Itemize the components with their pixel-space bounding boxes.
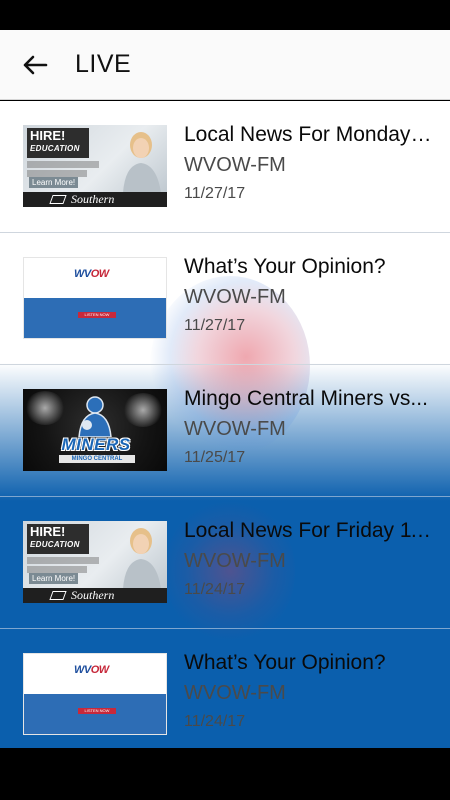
- app-bar: LIVE: [0, 30, 450, 100]
- status-bar: [0, 0, 450, 30]
- thumb-miners-word: MINERS: [61, 435, 131, 454]
- thumb-brand-bar: Southern: [23, 192, 167, 207]
- item-station: WVOW-FM: [184, 418, 286, 440]
- thumb-hire-badge: HIRE! EDUCATION: [27, 524, 89, 554]
- back-button[interactable]: [0, 30, 70, 100]
- item-station: WVOW-FM: [184, 682, 286, 704]
- list-item[interactable]: WVOW LISTEN NOW What’s Your Opinion? WVO…: [0, 233, 450, 365]
- thumb-miners-sub: MINGO CENTRAL: [59, 455, 135, 463]
- item-station: WVOW-FM: [184, 286, 286, 308]
- person-photo-icon: [123, 528, 161, 589]
- thumb-blue-band: [24, 298, 166, 338]
- thumb-learn-label: Learn More!: [29, 177, 79, 188]
- item-station: WVOW-FM: [184, 154, 286, 176]
- thumb-learn-label: Learn More!: [29, 573, 79, 584]
- list-item[interactable]: WVOW LISTEN NOW What’s Your Opinion? WVO…: [0, 629, 450, 748]
- item-date: 11/24/17: [184, 581, 246, 598]
- thumb-blue-band: [24, 694, 166, 734]
- item-title: What’s Your Opinion?: [184, 255, 386, 278]
- arrow-left-icon: [23, 55, 48, 74]
- page-title: LIVE: [75, 50, 132, 78]
- list-item[interactable]: HIRE! EDUCATION Learn More! Southern Loc…: [0, 101, 450, 233]
- thumbnail-wvow-logo: WVOW LISTEN NOW: [23, 257, 167, 339]
- miner-mascot-icon: [78, 396, 112, 437]
- person-photo-icon: [123, 132, 161, 193]
- episode-list[interactable]: HIRE! EDUCATION Learn More! Southern Loc…: [0, 101, 450, 748]
- wvow-logo: WVOW: [74, 664, 109, 676]
- thumb-listen-label: LISTEN NOW: [78, 708, 116, 714]
- list-item[interactable]: HIRE! EDUCATION Learn More! Southern Loc…: [0, 497, 450, 629]
- thumbnail-miners-logo: MINERS MINGO CENTRAL: [23, 389, 167, 471]
- thumb-listen-label: LISTEN NOW: [78, 312, 116, 318]
- thumbnail-wvow-logo: WVOW LISTEN NOW: [23, 653, 167, 735]
- thumbnail-education-ad: HIRE! EDUCATION Learn More! Southern: [23, 521, 167, 603]
- thumbnail-education-ad: HIRE! EDUCATION Learn More! Southern: [23, 125, 167, 207]
- thumb-hire-badge: HIRE! EDUCATION: [27, 128, 89, 158]
- item-date: 11/25/17: [184, 449, 246, 466]
- item-title: Mingo Central Miners vs...: [184, 387, 428, 410]
- wvow-logo: WVOW: [74, 268, 109, 280]
- item-title: What’s Your Opinion?: [184, 651, 386, 674]
- list-item[interactable]: MINERS MINGO CENTRAL Mingo Central Miner…: [0, 365, 450, 497]
- item-date: 11/24/17: [184, 713, 246, 730]
- navigation-bar: [0, 748, 450, 800]
- item-station: WVOW-FM: [184, 550, 286, 572]
- item-title: Local News For Monday 11/27/17: [184, 123, 434, 146]
- item-title: Local News For Friday 11/24/17: [184, 519, 434, 542]
- item-date: 11/27/17: [184, 185, 246, 202]
- item-date: 11/27/17: [184, 317, 246, 334]
- thumb-brand-bar: Southern: [23, 588, 167, 603]
